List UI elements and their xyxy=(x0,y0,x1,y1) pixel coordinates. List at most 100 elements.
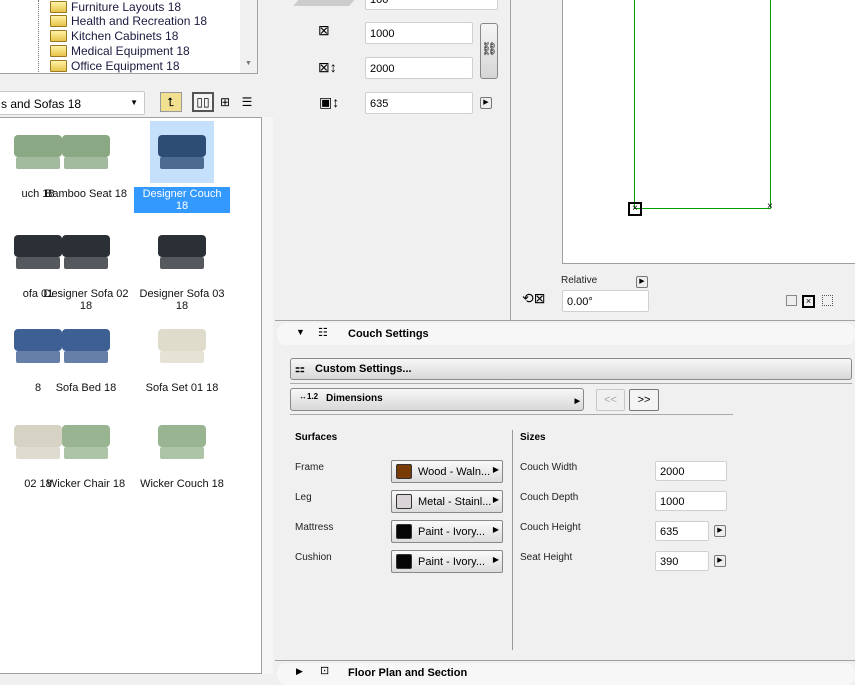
select-value: s and Sofas 18 xyxy=(1,97,82,111)
library-item-label: Wicker Couch 18 xyxy=(140,478,224,490)
gallery-scrollbar[interactable] xyxy=(262,117,273,674)
rotation-label: Relative xyxy=(561,275,598,286)
large-icons-icon: ▯▯ xyxy=(196,95,210,109)
tree-item-label: Health and Recreation 18 xyxy=(71,14,208,28)
library-folder-select[interactable]: s and Sofas 18 ▼ xyxy=(0,91,145,115)
library-item[interactable]: Designer Couch 18 xyxy=(134,121,230,213)
size-label: Couch Height xyxy=(520,522,581,533)
tree-item[interactable]: Office Equipment 18 xyxy=(50,58,180,73)
list-view-button[interactable]: ☰ xyxy=(236,92,258,112)
rotation-input[interactable]: 0.00° xyxy=(562,290,649,312)
next-page-button[interactable]: >> xyxy=(629,389,659,411)
height-input[interactable]: 635 xyxy=(365,92,473,114)
large-icons-view-button[interactable]: ▯▯ xyxy=(192,92,214,112)
material-picker[interactable]: Wood - Waln... ▶ xyxy=(391,460,503,483)
library-item[interactable]: Designer Sofa 03 18 xyxy=(134,221,230,313)
library-gallery[interactable]: uch 18 Bamboo Seat 18 Designer Couch 18 ofa… xyxy=(0,117,262,674)
surfaces-heading: Surfaces xyxy=(295,432,338,443)
material-swatch xyxy=(396,494,412,509)
folder-tree[interactable]: Furniture Layouts 18 Health and Recreati… xyxy=(0,0,258,74)
folder-icon xyxy=(50,60,67,72)
folder-icon xyxy=(50,30,67,42)
divider xyxy=(510,0,511,320)
material-picker[interactable]: Paint - Ivory... ▶ xyxy=(391,550,503,573)
size-input[interactable]: 1000 xyxy=(655,491,727,511)
material-name: Wood - Waln... xyxy=(418,466,491,478)
material-picker[interactable]: Paint - Ivory... ▶ xyxy=(391,520,503,543)
tree-item-label: Kitchen Cabinets 18 xyxy=(71,29,179,43)
hotspot-icon[interactable] xyxy=(822,295,833,306)
size-options-button[interactable]: ▶ xyxy=(714,525,726,537)
library-item-label: Wicker Chair 18 xyxy=(46,478,126,490)
couch-settings-header[interactable]: ▼ ☷ Couch Settings xyxy=(277,323,855,345)
size-options-button[interactable]: ▶ xyxy=(714,555,726,567)
scroll-down-icon[interactable]: ▼ xyxy=(245,60,252,67)
plan-preview[interactable]: × × xyxy=(562,0,855,264)
elevation-input[interactable]: 100 xyxy=(365,0,498,10)
show-object-icon[interactable]: × xyxy=(802,295,815,308)
depth-icon: ⊠↕ xyxy=(318,59,337,75)
object-thumbnail xyxy=(150,121,214,183)
tree-item[interactable]: Health and Recreation 18 xyxy=(50,13,207,29)
arrow-right-icon: ▶ xyxy=(492,525,499,534)
library-item-label: Designer Sofa 03 18 xyxy=(139,288,225,312)
previous-page-button[interactable]: << xyxy=(596,389,625,411)
tree-item[interactable]: Medical Equipment 18 xyxy=(50,43,190,59)
section-title: Couch Settings xyxy=(348,328,429,340)
arrow-right-icon: ▶ xyxy=(492,555,499,564)
folder-up-icon: ⮤ xyxy=(167,94,175,109)
material-swatch xyxy=(396,524,412,539)
rotation-options-button[interactable]: ▶ xyxy=(636,276,648,288)
select-value: Dimensions xyxy=(326,393,383,404)
surface-label: Mattress xyxy=(295,522,334,533)
material-swatch xyxy=(396,464,412,479)
library-item[interactable]: Wicker Chair 18 xyxy=(38,411,134,491)
preview-outline xyxy=(634,0,771,209)
depth-input[interactable]: 2000 xyxy=(365,57,473,79)
object-thumbnail xyxy=(150,411,214,473)
sizes-heading: Sizes xyxy=(520,432,546,443)
object-thumbnail xyxy=(54,221,118,283)
tree-item[interactable]: Kitchen Cabinets 18 xyxy=(50,28,178,44)
material-name: Metal - Stainl... xyxy=(418,496,492,508)
size-label: Seat Height xyxy=(520,552,573,563)
anchor-point-icon[interactable]: × xyxy=(628,202,642,216)
object-thumbnail xyxy=(54,411,118,473)
library-item[interactable]: Wicker Couch 18 xyxy=(134,411,230,491)
library-item[interactable]: Sofa Set 01 18 xyxy=(134,315,230,395)
library-item[interactable]: Designer Sofa 02 18 xyxy=(38,221,134,313)
tree-item-label: Medical Equipment 18 xyxy=(71,44,190,58)
tree-scrollbar[interactable]: ▼ xyxy=(240,0,257,73)
size-input[interactable]: 2000 xyxy=(655,461,727,481)
collapsed-triangle-icon: ▶ xyxy=(296,666,303,676)
surface-label: Frame xyxy=(295,462,324,473)
page-select-dropdown[interactable]: ↔1.2 Dimensions ▶ xyxy=(290,388,584,411)
surface-label: Leg xyxy=(295,492,312,503)
floor-plan-section-header[interactable]: ▶ ⊡ Floor Plan and Section xyxy=(277,663,855,685)
library-item-label: Designer Sofa 02 18 xyxy=(43,288,129,312)
arrow-right-icon: ▶ xyxy=(492,465,499,474)
chevron-down-icon: ▼ xyxy=(130,98,138,107)
object-thumbnail xyxy=(54,121,118,183)
size-input[interactable]: 390 xyxy=(655,551,709,571)
library-item[interactable]: Sofa Bed 18 xyxy=(38,315,134,395)
small-icons-view-button[interactable]: ⊞ xyxy=(214,92,236,112)
height-options-button[interactable]: ▶ xyxy=(480,97,492,109)
width-input[interactable]: 1000 xyxy=(365,22,473,44)
library-item[interactable]: Bamboo Seat 18 xyxy=(38,121,134,201)
object-thumbnail xyxy=(150,221,214,283)
divider xyxy=(275,320,855,321)
surface-label: Cushion xyxy=(295,552,332,563)
arrow-right-icon: ▶ xyxy=(492,495,499,504)
size-input[interactable]: 635 xyxy=(655,521,709,541)
divider xyxy=(290,414,733,415)
folder-icon xyxy=(50,45,67,57)
custom-settings-button[interactable]: ⚏ Custom Settings... xyxy=(290,358,852,380)
material-picker[interactable]: Metal - Stainl... ▶ xyxy=(391,490,503,513)
object-thumbnail xyxy=(54,315,118,377)
mirror-checkbox[interactable] xyxy=(786,295,797,306)
material-name: Paint - Ivory... xyxy=(418,556,486,568)
folder-up-button[interactable]: ⮤ xyxy=(160,92,182,112)
dimensions-icon: ↔1.2 xyxy=(299,392,319,401)
link-ratio-button[interactable]: ⛓ xyxy=(480,23,498,79)
